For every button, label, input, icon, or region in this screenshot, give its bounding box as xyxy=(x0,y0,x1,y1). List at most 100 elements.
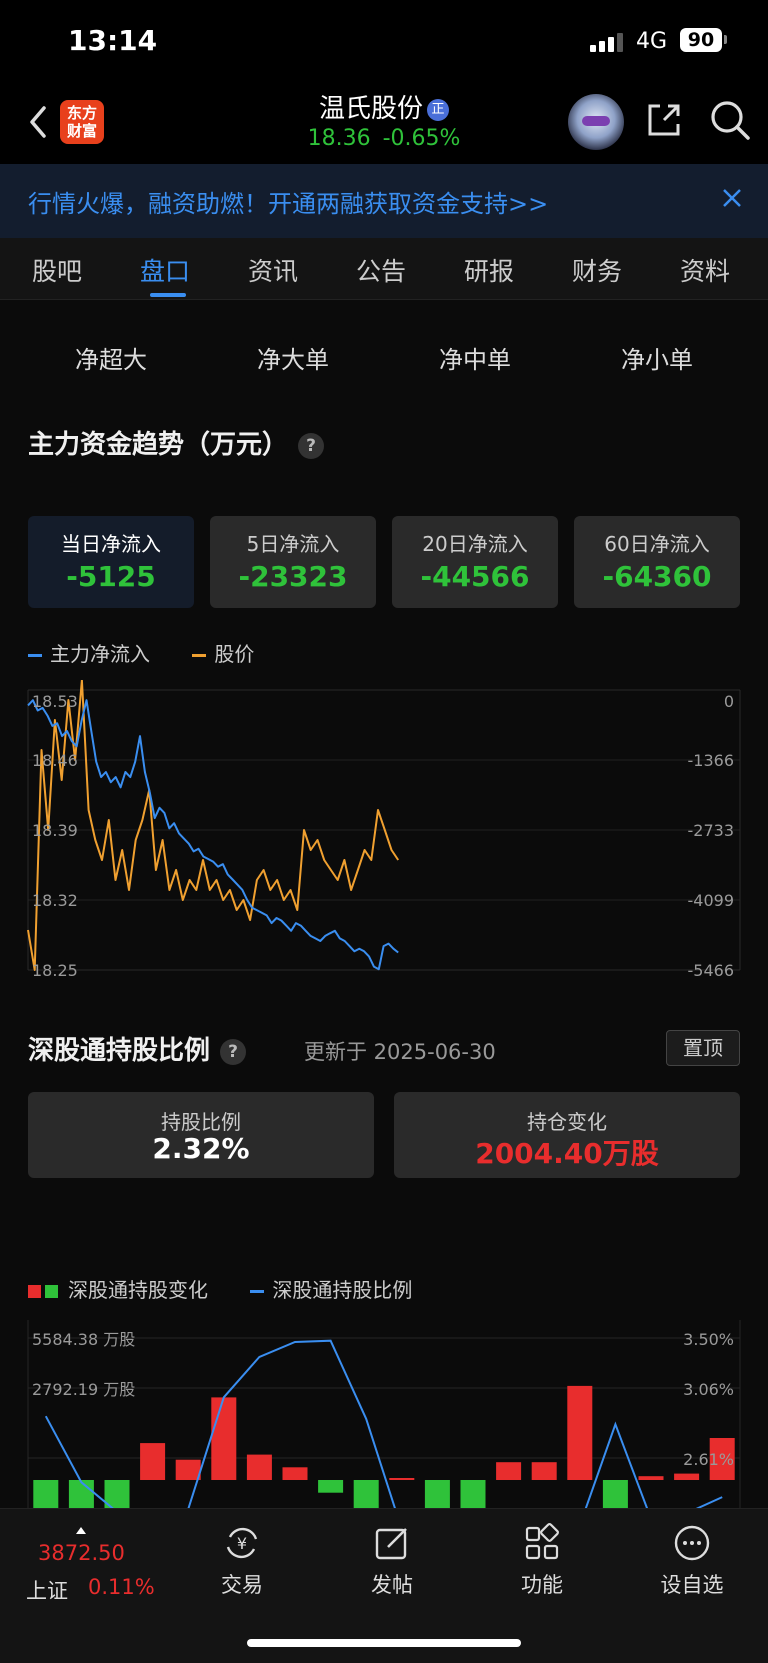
bar-increase xyxy=(638,1476,664,1480)
y-left-tick-label: 18.46 xyxy=(32,751,78,770)
bar-decrease xyxy=(318,1480,344,1493)
close-icon[interactable] xyxy=(718,184,746,212)
holding-change-card: 持仓变化 2004.40万股 xyxy=(394,1092,740,1178)
bar-increase xyxy=(567,1385,593,1480)
legend-net-inflow: 主力净流入 xyxy=(28,642,150,666)
holding-ratio-card: 持股比例 2.32% xyxy=(28,1092,374,1178)
stock-name-text: 温氏股份 xyxy=(318,94,423,124)
fund-flow-chart[interactable]: 18.53 18.46 18.39 18.32 18.25 0 -1366 -2733 -409… xyxy=(0,680,768,980)
bar-decrease xyxy=(68,1480,94,1508)
search-icon[interactable] xyxy=(708,98,752,142)
help-icon[interactable]: ? xyxy=(220,1038,247,1065)
tab-profile[interactable]: 资料 xyxy=(680,252,730,288)
battery-icon: 90 xyxy=(680,28,722,52)
x-start-tick-label: 09:30 xyxy=(28,979,74,980)
y-left-tick-label: 2792.19 万股 xyxy=(32,1380,135,1399)
tab-pankou[interactable]: 盘口 xyxy=(140,252,190,288)
edit-icon xyxy=(375,1528,407,1560)
bar-increase xyxy=(246,1454,272,1480)
fund-chart-legend: 主力净流入 股价 xyxy=(28,638,290,667)
period-card-5d[interactable]: 5日净流入 -23323 xyxy=(210,516,376,608)
share-icon[interactable] xyxy=(644,100,684,140)
bar-increase xyxy=(674,1473,700,1480)
legend-line-blue xyxy=(28,654,42,657)
nav-trade-label: 交易 xyxy=(221,1573,263,1597)
x-end-tick-label: 15:00 xyxy=(694,979,740,980)
flow-type-small[interactable]: 净小单 xyxy=(566,340,748,375)
nav-post[interactable]: 发帖 xyxy=(342,1523,442,1603)
tab-announcements[interactable]: 公告 xyxy=(356,252,406,288)
legend-green-square xyxy=(45,1285,58,1298)
tab-bar: 股吧 盘口 资讯 公告 研报 财务 资料 xyxy=(0,238,768,300)
tab-finance[interactable]: 财务 xyxy=(572,252,622,288)
legend-holding-ratio: 深股通持股比例 xyxy=(250,1278,412,1302)
svg-text:¥: ¥ xyxy=(237,1534,247,1553)
flow-type-super-large[interactable]: 净超大 xyxy=(20,340,202,375)
period-label: 当日净流入 xyxy=(61,532,161,556)
stock-price: 18.36 xyxy=(307,126,371,151)
stock-change: -0.65% xyxy=(382,126,461,151)
tab-news[interactable]: 资讯 xyxy=(248,252,298,288)
bar-decrease xyxy=(33,1480,59,1508)
y-right-tick-label: 3.50% xyxy=(683,1330,734,1349)
period-card-20d[interactable]: 20日净流入 -44566 xyxy=(392,516,558,608)
nav-post-label: 发帖 xyxy=(371,1573,413,1597)
bar-increase xyxy=(211,1397,237,1480)
index-ticker[interactable]: 3872.50 上证 0.11% xyxy=(24,1527,164,1603)
holding-change-label: 持仓变化 xyxy=(527,1110,607,1134)
pin-top-button[interactable]: 置顶 xyxy=(666,1030,740,1066)
tab-research[interactable]: 研报 xyxy=(464,252,514,288)
battery-tip xyxy=(724,35,727,44)
more-icon xyxy=(674,1525,710,1561)
legend-price-text: 股价 xyxy=(214,642,255,666)
period-label: 60日净流入 xyxy=(604,532,710,556)
nav-add-watchlist[interactable]: 设自选 xyxy=(642,1523,742,1603)
verified-badge-icon: 正 xyxy=(427,98,449,121)
active-tab-indicator xyxy=(150,293,186,297)
period-card-today[interactable]: 当日净流入 -5125 xyxy=(28,516,194,608)
help-icon[interactable]: ? xyxy=(298,432,325,459)
period-card-60d[interactable]: 60日净流入 -64360 xyxy=(574,516,740,608)
legend-line-orange xyxy=(192,654,207,657)
y-left-tick-label: 18.53 xyxy=(32,692,78,711)
main-funds-title: 主力资金趋势（万元）? xyxy=(28,424,325,461)
y-right-tick-label: 3.06% xyxy=(683,1380,734,1399)
holding-change-value: 2004.40万股 xyxy=(475,1137,659,1170)
tab-guba[interactable]: 股吧 xyxy=(32,252,82,288)
promo-text[interactable]: 行情火爆，融资助燃！开通两融获取资金支持>> xyxy=(28,184,548,219)
nav-trade[interactable]: ¥ 交易 xyxy=(192,1523,292,1603)
y-left-tick-label: 18.39 xyxy=(32,821,78,840)
main-funds-title-text: 主力资金趋势（万元） xyxy=(28,430,289,460)
flow-type-medium[interactable]: 净中单 xyxy=(384,340,566,375)
y-right-tick-label: 2.61% xyxy=(683,1450,734,1469)
price-line xyxy=(27,680,400,971)
holding-ratio-value: 2.32% xyxy=(152,1132,250,1165)
period-value: -64360 xyxy=(602,560,712,593)
legend-red-square xyxy=(28,1285,41,1298)
y-left-tick-label: 18.32 xyxy=(32,891,78,910)
holding-title-row: 深股通持股比例? 更新于 2025-06-30 置顶 xyxy=(28,1030,740,1070)
signal-icon xyxy=(590,32,623,52)
nav-add-watchlist-label: 设自选 xyxy=(660,1573,724,1597)
period-label: 20日净流入 xyxy=(422,532,528,556)
index-name: 上证 xyxy=(26,1579,68,1603)
network-type: 4G xyxy=(636,29,668,54)
stock-header: 东方财富 温氏股份正 18.36 -0.65% xyxy=(0,86,768,164)
bar-increase xyxy=(531,1462,557,1480)
flow-type-row: 净超大 净大单 净中单 净小单 xyxy=(0,340,768,380)
index-value: 3872.50 xyxy=(38,1541,125,1565)
holding-chart[interactable]: 5584.38 万股 2792.19 万股 3.50% 3.06% 2.61% xyxy=(0,1320,768,1508)
flow-type-large[interactable]: 净大单 xyxy=(202,340,384,375)
assistant-avatar-icon[interactable] xyxy=(568,94,624,150)
main-content[interactable]: 净超大 净大单 净中单 净小单 主力资金趋势（万元）? 当日净流入 -5125 … xyxy=(0,300,768,1508)
status-time: 13:14 xyxy=(68,24,158,57)
holding-title-text: 深股通持股比例 xyxy=(28,1036,211,1066)
y-right-tick-label: -1366 xyxy=(688,751,735,770)
bar-increase xyxy=(140,1443,166,1480)
bar-decrease xyxy=(353,1480,379,1508)
promo-banner[interactable]: 行情火爆，融资助燃！开通两融获取资金支持>> xyxy=(0,164,768,238)
period-value: -5125 xyxy=(66,560,156,593)
nav-functions[interactable]: 功能 xyxy=(492,1523,592,1603)
y-right-tick-label: -2733 xyxy=(688,821,735,840)
period-label: 5日净流入 xyxy=(246,532,340,556)
